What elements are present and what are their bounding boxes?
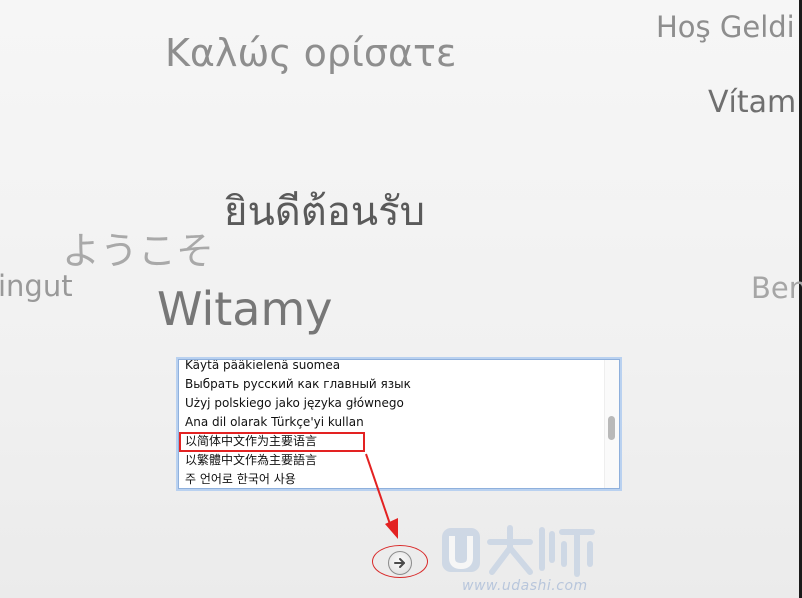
arrow-right-icon — [394, 558, 405, 568]
annotation-arrow — [365, 453, 398, 539]
next-button[interactable] — [388, 551, 412, 575]
watermark-url: www.udashi.com — [462, 578, 588, 594]
